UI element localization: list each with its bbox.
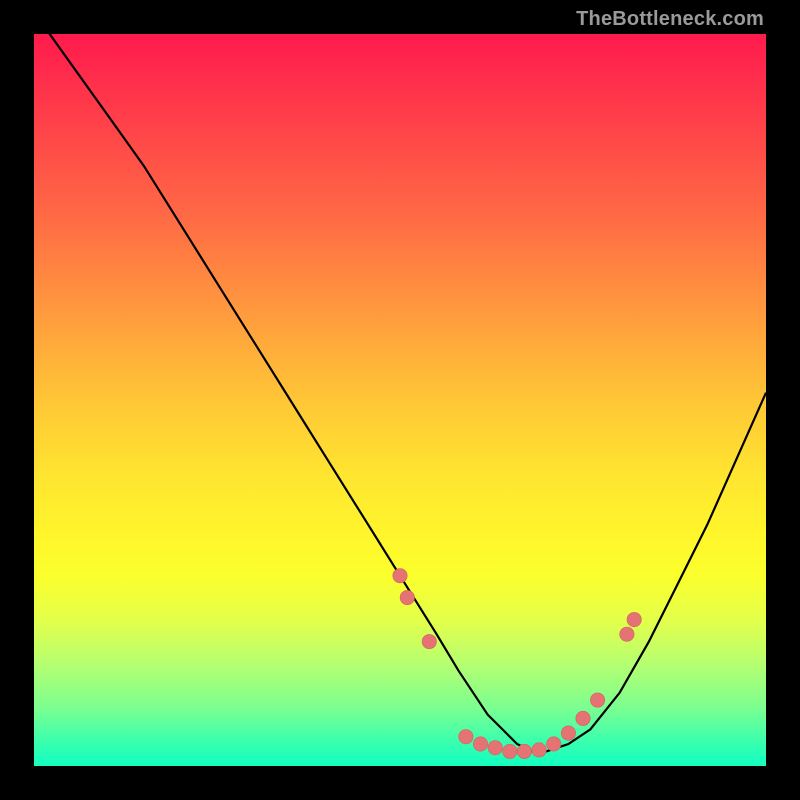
watermark-text: TheBottleneck.com: [576, 8, 764, 31]
data-point: [576, 711, 590, 725]
data-point: [400, 590, 414, 604]
data-point: [393, 569, 407, 583]
data-point: [620, 627, 634, 641]
data-point: [627, 612, 641, 626]
data-point: [422, 634, 436, 648]
bottleneck-curve: [34, 12, 766, 751]
data-point: [517, 744, 531, 758]
bottleneck-chart: [34, 34, 766, 766]
data-point: [590, 693, 604, 707]
data-point: [488, 741, 502, 755]
data-points-group: [393, 569, 642, 759]
data-point: [547, 737, 561, 751]
data-point: [473, 737, 487, 751]
data-point: [532, 743, 546, 757]
data-point: [561, 726, 575, 740]
data-point: [503, 744, 517, 758]
data-point: [459, 730, 473, 744]
